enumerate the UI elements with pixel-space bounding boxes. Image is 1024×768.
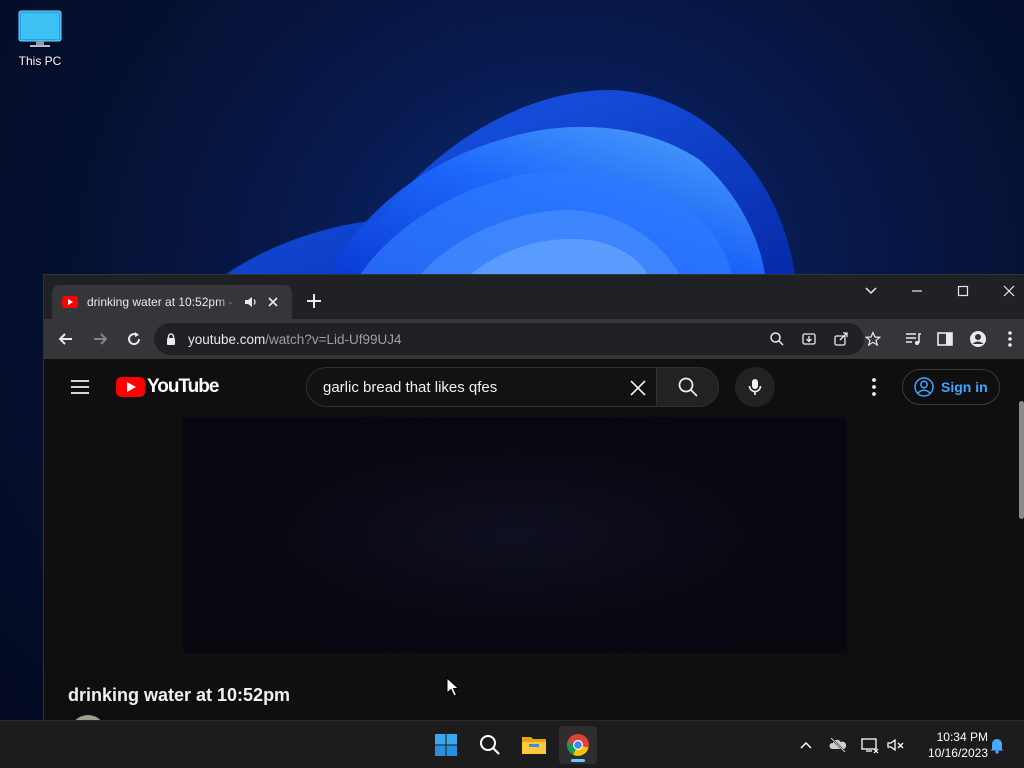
file-explorer-button[interactable] [515,726,553,764]
star-icon[interactable] [865,331,881,347]
video-player[interactable] [183,417,847,653]
voice-search-button[interactable] [735,367,775,407]
search-icon [678,377,698,397]
page-scrollbar[interactable] [1019,401,1024,519]
mouse-cursor-icon [446,677,460,697]
reload-icon [128,332,141,346]
account-icon [914,377,934,397]
search-button[interactable] [656,367,719,407]
share-icon[interactable] [833,331,849,347]
onedrive-offline-icon[interactable] [828,735,848,755]
youtube-logo[interactable]: YouTube [116,376,219,398]
forward-button[interactable] [84,323,116,355]
arrow-left-icon [58,333,72,345]
new-tab-icon[interactable] [304,291,324,311]
taskbar-search-button[interactable] [471,726,509,764]
tab-strip: drinking water at 10:52pm - YouTube [44,275,1024,319]
clear-search-icon[interactable] [626,376,650,400]
kebab-menu-icon[interactable] [1000,329,1020,349]
media-queue-icon[interactable] [903,329,923,349]
chrome-icon [566,734,589,756]
chrome-taskbar-button[interactable] [559,726,597,764]
speaker-icon[interactable] [243,294,259,310]
sign-in-label: Sign in [941,379,988,395]
tab-close-icon[interactable] [265,294,281,310]
hamburger-menu-icon[interactable] [68,377,92,397]
start-button[interactable] [427,726,465,764]
address-bar[interactable]: youtube.com/watch?v=Lid-Uf99UJ4 [154,323,881,355]
file-explorer-icon [522,737,546,754]
clock-time: 10:34 PM [936,730,988,744]
microphone-icon [748,379,762,395]
wallpaper-bloom [225,90,795,275]
sign-in-button[interactable]: Sign in [902,369,1000,405]
search-icon [480,735,500,755]
search-query: garlic bread that likes qfes [323,378,498,396]
browser-toolbar: youtube.com/watch?v=Lid-Uf99UJ4 [44,319,1024,359]
maximize-button[interactable] [948,279,978,303]
youtube-masthead: YouTube garlic bread that likes qfes Sig… [44,359,1024,415]
desktop-icon-this-pc[interactable]: This PC [12,10,68,68]
taskbar: 10:34 PM 10/16/2023 [0,720,1024,768]
search-input[interactable]: garlic bread that likes qfes [306,367,656,407]
youtube-wordmark: YouTube [147,376,219,397]
notification-bell-icon[interactable] [987,735,1007,755]
minimize-button[interactable] [902,279,932,303]
chevron-up-icon[interactable] [796,735,816,755]
url-text: youtube.com/watch?v=Lid-Uf99UJ4 [188,331,402,347]
video-title: drinking water at 10:52pm [68,685,291,705]
start-icon [435,734,457,756]
settings-kebab-icon[interactable] [862,375,886,399]
zoom-icon[interactable] [769,331,785,347]
close-window-button[interactable] [994,279,1024,303]
minimize-icon [912,290,922,292]
network-icon[interactable] [860,735,880,755]
back-button[interactable] [50,323,82,355]
monitor-icon [18,10,62,47]
system-clock[interactable]: 10:34 PM 10/16/2023 [912,729,988,761]
reload-button[interactable] [118,323,150,355]
tab-search-button[interactable] [856,279,886,303]
tab-youtube[interactable]: drinking water at 10:52pm - YouTube [52,285,292,319]
install-icon[interactable] [801,331,817,347]
lock-icon[interactable] [164,332,178,346]
clock-date: 10/16/2023 [927,746,988,760]
chevron-down-icon [865,287,877,295]
volume-muted-icon[interactable] [886,735,906,755]
active-indicator [571,759,585,762]
side-panel-icon[interactable] [935,329,955,349]
youtube-favicon [62,296,78,308]
maximize-icon [957,285,969,297]
arrow-right-icon [94,333,108,345]
desktop-icon-label: This PC [18,54,62,68]
youtube-play-icon [116,377,145,397]
tab-title: drinking water at 10:52pm - YouTube [87,295,239,309]
profile-icon[interactable] [968,329,988,349]
close-icon [1003,285,1015,297]
chrome-window: drinking water at 10:52pm - YouTube [43,274,1024,720]
